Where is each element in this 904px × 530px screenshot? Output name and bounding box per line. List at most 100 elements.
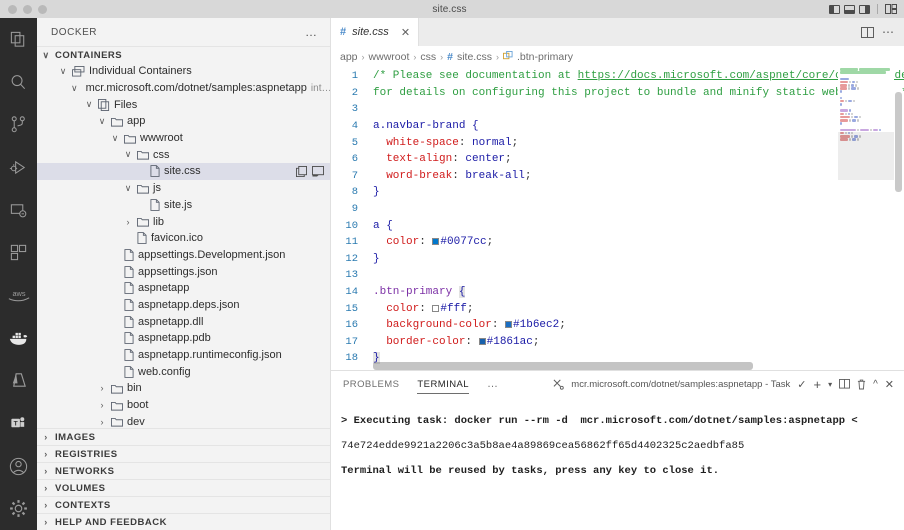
activity-item-docker[interactable] xyxy=(0,317,37,360)
split-terminal-icon[interactable] xyxy=(839,379,850,389)
sidebar-section-containers[interactable]: ∨ CONTAINERS xyxy=(37,46,330,63)
minimize-window-button[interactable] xyxy=(23,5,32,14)
breadcrumb-item[interactable]: .btn-primary xyxy=(517,51,573,63)
chevron-down-icon[interactable]: ∨ xyxy=(110,133,120,144)
activity-item-source-control[interactable] xyxy=(0,103,37,146)
breadcrumb-item[interactable]: app xyxy=(340,51,358,63)
tree-row[interactable]: ›lib xyxy=(37,213,330,230)
editor-more-actions-button[interactable]: ⋯ xyxy=(882,25,895,39)
window-traffic-lights[interactable] xyxy=(0,5,70,14)
code-line[interactable]: 3 xyxy=(331,101,904,118)
tree-row[interactable]: aspnetapp.deps.json xyxy=(37,297,330,314)
tree-row[interactable]: web.config xyxy=(37,363,330,380)
breadcrumb-item[interactable]: site.css xyxy=(457,51,492,63)
code-line[interactable]: 16 background-color: #1b6ec2; xyxy=(331,317,904,334)
close-panel-icon[interactable]: ✕ xyxy=(885,378,894,391)
close-tab-button[interactable]: ✕ xyxy=(401,26,410,39)
tree-row[interactable]: ∨js xyxy=(37,180,330,197)
code-line[interactable]: 15 color: #fff; xyxy=(331,300,904,317)
code-line[interactable]: 1/* Please see documentation at https://… xyxy=(331,68,904,85)
customize-layout-icon[interactable] xyxy=(885,4,897,14)
tab-terminal[interactable]: TERMINAL xyxy=(417,375,469,394)
tree-row[interactable]: aspnetapp.dll xyxy=(37,313,330,330)
tree-row[interactable]: ∨wwwroot xyxy=(37,130,330,147)
activity-item-aws[interactable]: aws xyxy=(0,274,37,317)
sidebar-more-actions-button[interactable]: … xyxy=(305,25,318,39)
open-in-editor-icon[interactable] xyxy=(312,166,324,177)
code-line[interactable]: 4a.navbar-brand { xyxy=(331,118,904,135)
code-line[interactable]: 10a { xyxy=(331,217,904,234)
copy-icon[interactable] xyxy=(296,166,307,177)
breadcrumb-item[interactable]: css xyxy=(420,51,436,63)
tree-row[interactable]: appsettings.Development.json xyxy=(37,247,330,264)
toggle-secondary-sidebar-icon[interactable] xyxy=(859,5,870,14)
code-line[interactable]: 6 text-align: center; xyxy=(331,151,904,168)
tree-row[interactable]: ∨Individual Containers xyxy=(37,63,330,80)
split-editor-icon[interactable] xyxy=(861,27,874,38)
activity-item-settings[interactable] xyxy=(0,487,37,530)
activity-item-extensions[interactable] xyxy=(0,231,37,274)
editor-vertical-scrollbar[interactable] xyxy=(895,68,902,370)
tree-row[interactable]: aspnetapp xyxy=(37,280,330,297)
code-editor[interactable]: 1/* Please see documentation at https://… xyxy=(331,68,904,370)
tree-row[interactable]: aspnetapp.pdb xyxy=(37,330,330,347)
tree-row[interactable]: site.js xyxy=(37,197,330,214)
code-line[interactable]: 13 xyxy=(331,267,904,284)
activity-item-accounts[interactable] xyxy=(0,445,37,488)
code-line[interactable]: 11 color: #0077cc; xyxy=(331,234,904,251)
code-line[interactable]: 9 xyxy=(331,201,904,218)
close-window-button[interactable] xyxy=(8,5,17,14)
minimap-slider[interactable] xyxy=(838,132,894,180)
chevron-right-icon[interactable]: › xyxy=(97,383,107,393)
sidebar-section-volumes[interactable]: › VOLUMES xyxy=(37,479,330,496)
chevron-down-icon[interactable]: ∨ xyxy=(97,116,107,127)
activity-item-run-and-debug[interactable] xyxy=(0,146,37,189)
chevron-down-icon[interactable]: ∨ xyxy=(58,66,68,77)
activity-item-explorer[interactable] xyxy=(0,18,37,61)
zoom-window-button[interactable] xyxy=(38,5,47,14)
breadcrumb-item[interactable]: wwwroot xyxy=(369,51,410,63)
tree-row[interactable]: aspnetapp.runtimeconfig.json xyxy=(37,347,330,364)
tab-problems[interactable]: PROBLEMS xyxy=(343,375,399,393)
activity-item-azure[interactable] xyxy=(0,359,37,402)
chevron-down-icon[interactable]: ∨ xyxy=(84,99,94,110)
tree-row[interactable]: favicon.ico xyxy=(37,230,330,247)
code-line[interactable]: 17 border-color: #1861ac; xyxy=(331,334,904,351)
code-line[interactable]: 12} xyxy=(331,251,904,268)
chevron-right-icon[interactable]: › xyxy=(123,217,133,227)
tree-row-selected[interactable]: site.css xyxy=(37,163,330,180)
panel-more-tabs-button[interactable]: … xyxy=(487,378,499,390)
chevron-up-icon[interactable]: ^ xyxy=(873,379,878,390)
new-terminal-icon[interactable]: + xyxy=(813,377,821,392)
terminal-name[interactable]: mcr.microsoft.com/dotnet/samples:aspneta… xyxy=(571,379,790,390)
code-line[interactable]: 7 word-break: break-all; xyxy=(331,168,904,185)
tree-row[interactable]: ∨mcr.microsoft.com/dotnet/samples:aspnet… xyxy=(37,80,330,97)
tree-row[interactable]: ∨Files xyxy=(37,96,330,113)
tree-row[interactable]: ∨css xyxy=(37,146,330,163)
tree-row[interactable]: ›boot xyxy=(37,397,330,414)
tree-row[interactable]: ∨app xyxy=(37,113,330,130)
activity-item-teams[interactable]: T xyxy=(0,402,37,445)
activity-item-remote-explorer[interactable] xyxy=(0,189,37,232)
chevron-down-icon[interactable]: ∨ xyxy=(123,183,133,194)
sidebar-section-registries[interactable]: › REGISTRIES xyxy=(37,445,330,462)
kill-terminal-icon[interactable] xyxy=(857,379,866,390)
sidebar-section-help-and-feedback[interactable]: › HELP AND FEEDBACK xyxy=(37,513,330,530)
code-line[interactable]: 8} xyxy=(331,184,904,201)
chevron-right-icon[interactable]: › xyxy=(97,400,107,410)
code-line[interactable]: 14.btn-primary { xyxy=(331,284,904,301)
sidebar-section-images[interactable]: › IMAGES xyxy=(37,428,330,445)
check-icon[interactable]: ✓ xyxy=(797,378,806,391)
toggle-primary-sidebar-icon[interactable] xyxy=(829,5,840,14)
code-line[interactable]: 2for details on configuring this project… xyxy=(331,85,904,102)
activity-item-search[interactable] xyxy=(0,61,37,104)
editor-tab-site-css[interactable]: # site.css ✕ xyxy=(331,18,419,46)
chevron-down-icon[interactable]: ∨ xyxy=(71,83,78,94)
code-line[interactable]: 5 white-space: normal; xyxy=(331,134,904,151)
chevron-down-icon[interactable]: ▾ xyxy=(828,380,832,389)
tree-row[interactable]: ›bin xyxy=(37,380,330,397)
chevron-down-icon[interactable]: ∨ xyxy=(123,149,133,160)
minimap[interactable] xyxy=(838,68,894,370)
chevron-right-icon[interactable]: › xyxy=(97,417,107,427)
sidebar-section-contexts[interactable]: › CONTEXTS xyxy=(37,496,330,513)
